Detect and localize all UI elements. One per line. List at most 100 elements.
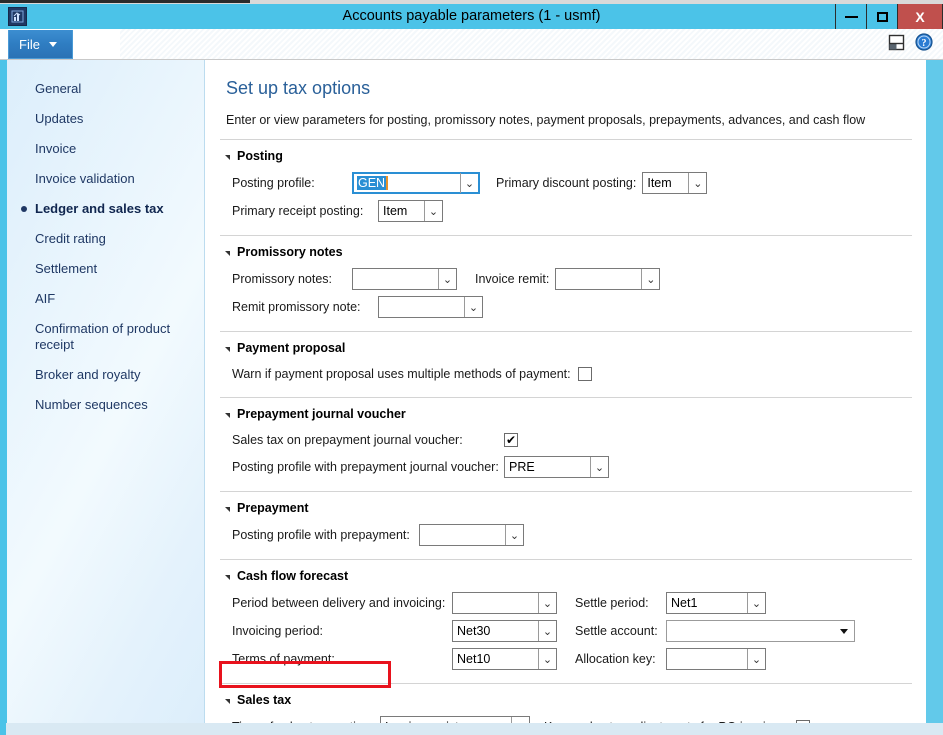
left-accent-rail	[0, 60, 7, 723]
sidebar-item-credit-rating[interactable]: Credit rating	[7, 224, 204, 254]
section-header-promissory-notes[interactable]: Promissory notes	[220, 242, 912, 265]
section-title: Promissory notes	[237, 245, 343, 259]
svg-text:?: ?	[922, 38, 927, 49]
sales-tax-prepayment-label: Sales tax on prepayment journal voucher:	[232, 433, 463, 447]
section-cash-flow-forecast: Cash flow forecast Period between delive…	[220, 559, 912, 683]
sidebar-item-label: Settlement	[35, 261, 98, 276]
sidebar-item-ledger-and-sales-tax[interactable]: Ledger and sales tax	[7, 194, 204, 224]
section-prepayment: Prepayment Posting profile with prepayme…	[220, 491, 912, 559]
window-top-strip-dark	[0, 0, 250, 3]
sidebar-item-label: Confirmation of product receipt	[35, 321, 171, 352]
settle-period-combobox[interactable]: Net1 ⌄	[666, 592, 766, 614]
row-posting-profile-with-prepayment: Posting profile with prepayment: ⌄	[220, 521, 912, 549]
minimize-button[interactable]	[835, 4, 866, 29]
sidebar-item-label: Invoice	[35, 141, 77, 156]
posting-profile-prepayment-label: Posting profile with prepayment:	[232, 528, 410, 542]
chevron-down-icon[interactable]: ⌄	[438, 269, 456, 289]
chevron-down-icon[interactable]: ⌄	[505, 525, 523, 545]
sidebar-item-invoice[interactable]: Invoice	[7, 134, 204, 164]
chevron-down-icon[interactable]: ⌄	[538, 593, 556, 613]
settle-period-value: Net1	[671, 596, 698, 610]
active-bullet-icon	[21, 206, 27, 212]
row-terms-of-payment: Terms of payment: Net10 ⌄ Allocation key…	[220, 645, 912, 673]
section-header-payment-proposal[interactable]: Payment proposal	[220, 338, 912, 361]
primary-receipt-label: Primary receipt posting:	[232, 204, 364, 218]
terms-payment-combobox[interactable]: Net10 ⌄	[452, 648, 557, 670]
chevron-down-icon[interactable]: ⌄	[688, 173, 706, 193]
posting-profile-voucher-combobox[interactable]: PRE ⌄	[504, 456, 609, 478]
section-header-prepayment-journal-voucher[interactable]: Prepayment journal voucher	[220, 404, 912, 427]
row-remit-promissory-note: Remit promissory note: ⌄	[220, 293, 912, 321]
allocation-key-combobox[interactable]: ⌄	[666, 648, 766, 670]
window-title: Accounts payable parameters (1 - usmf)	[342, 8, 601, 24]
posting-profile-voucher-value: PRE	[509, 460, 535, 474]
status-strip	[0, 723, 943, 735]
keep-adjustments-checkbox[interactable]	[795, 720, 810, 723]
settle-account-combobox[interactable]	[666, 620, 855, 642]
sidebar-item-updates[interactable]: Updates	[7, 104, 204, 134]
main-content-pane: Set up tax options Enter or view paramet…	[206, 60, 926, 723]
section-header-sales-tax[interactable]: Sales tax	[220, 690, 912, 713]
close-button[interactable]: X	[897, 4, 943, 29]
command-bar-icons: ?	[888, 33, 933, 51]
file-menu-button[interactable]: File	[8, 30, 73, 59]
collapse-triangle-icon	[225, 412, 230, 418]
window-layout-icon[interactable]	[888, 34, 905, 51]
window-controls: X	[835, 4, 943, 29]
posting-profile-label: Posting profile:	[232, 176, 315, 190]
collapse-triangle-icon	[225, 698, 230, 704]
maximize-button[interactable]	[866, 4, 897, 29]
primary-receipt-combobox[interactable]: Item ⌄	[378, 200, 443, 222]
section-header-cash-flow-forecast[interactable]: Cash flow forecast	[220, 566, 912, 589]
time-posting-combobox[interactable]: Invoice register ⌄	[380, 716, 530, 723]
section-header-posting[interactable]: Posting	[220, 146, 912, 169]
posting-profile-prepayment-combobox[interactable]: ⌄	[419, 524, 524, 546]
sidebar-item-label: General	[35, 81, 82, 96]
invoice-remit-combobox[interactable]: ⌄	[555, 268, 661, 290]
chevron-down-icon[interactable]: ⌄	[747, 593, 765, 613]
section-title: Posting	[237, 149, 283, 163]
row-posting-profile: Posting profile: GEN ⌄ Primary discount …	[220, 169, 912, 197]
command-bar-background	[120, 29, 943, 59]
chevron-down-icon[interactable]: ⌄	[511, 717, 529, 723]
chevron-down-icon[interactable]: ⌄	[460, 173, 478, 193]
time-posting-value: Invoice register	[385, 720, 511, 723]
section-title: Prepayment journal voucher	[237, 407, 406, 421]
primary-discount-combobox[interactable]: Item ⌄	[642, 172, 708, 194]
file-menu-label: File	[19, 36, 40, 52]
chevron-down-icon[interactable]: ⌄	[424, 201, 442, 221]
sidebar-item-broker-and-royalty[interactable]: Broker and royalty	[7, 360, 204, 390]
invoicing-period-combobox[interactable]: Net30 ⌄	[452, 620, 557, 642]
sidebar-item-confirmation-of-product-receipt[interactable]: Confirmation of product receipt	[7, 314, 204, 360]
sidebar-item-number-sequences[interactable]: Number sequences	[7, 390, 204, 420]
promissory-notes-combobox[interactable]: ⌄	[352, 268, 457, 290]
page-title: Set up tax options	[226, 78, 371, 98]
sidebar-item-aif[interactable]: AIF	[7, 284, 204, 314]
row-primary-receipt-posting: Primary receipt posting: Item ⌄	[220, 197, 912, 225]
chevron-down-icon[interactable]: ⌄	[747, 649, 765, 669]
check-icon: ✔	[505, 433, 517, 447]
sidebar-item-general[interactable]: General	[7, 74, 204, 104]
posting-profile-value: GEN	[357, 176, 389, 190]
section-title: Sales tax	[237, 693, 292, 707]
vertical-scrollbar[interactable]	[926, 60, 943, 723]
chevron-down-icon[interactable]: ⌄	[538, 649, 556, 669]
chevron-down-icon[interactable]: ⌄	[641, 269, 659, 289]
sidebar-item-settlement[interactable]: Settlement	[7, 254, 204, 284]
sidebar-item-label: Number sequences	[35, 397, 148, 412]
sales-tax-prepayment-checkbox[interactable]: ✔	[504, 433, 518, 447]
period-delivery-combobox[interactable]: ⌄	[452, 592, 557, 614]
invoicing-period-label: Invoicing period:	[232, 624, 324, 638]
chevron-down-icon[interactable]: ⌄	[464, 297, 482, 317]
remit-promissory-combobox[interactable]: ⌄	[378, 296, 483, 318]
posting-profile-combobox[interactable]: GEN ⌄	[352, 172, 480, 194]
chevron-down-icon[interactable]: ⌄	[538, 621, 556, 641]
section-header-prepayment[interactable]: Prepayment	[220, 498, 912, 521]
help-icon[interactable]: ?	[915, 33, 933, 51]
chevron-down-icon	[48, 41, 57, 47]
sidebar-navigation: General Updates Invoice Invoice validation L…	[7, 60, 205, 723]
caret-down-icon[interactable]	[834, 621, 854, 641]
warn-multiple-methods-checkbox[interactable]	[577, 367, 592, 381]
chevron-down-icon[interactable]: ⌄	[590, 457, 608, 477]
sidebar-item-invoice-validation[interactable]: Invoice validation	[7, 164, 204, 194]
